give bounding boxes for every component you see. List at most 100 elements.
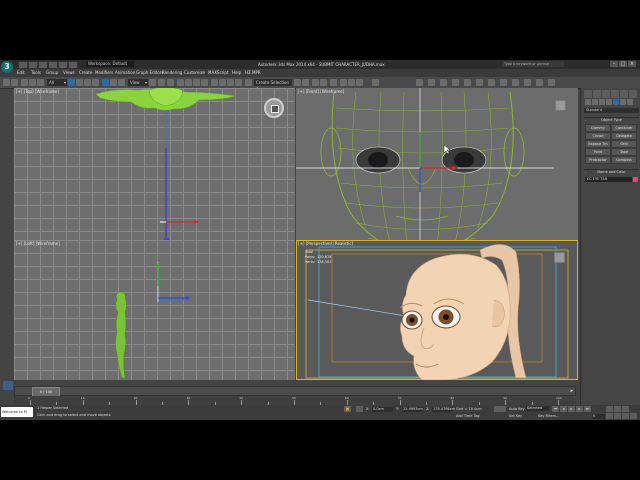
link-icon[interactable] [21,79,28,86]
rendered-frame-window-icon[interactable] [348,79,355,86]
display-tab-icon[interactable] [620,90,628,98]
viewcube-perspective-icon[interactable] [554,252,565,263]
play-icon[interactable]: ▸ [568,406,575,412]
z-coordinate-input[interactable]: 178.4766cm [432,407,455,412]
unlink-icon[interactable] [29,79,36,86]
container-button[interactable]: Container [611,124,637,132]
time-slider-next-icon[interactable]: ▸ [570,387,573,395]
menu-maxscript[interactable]: MAXScript [208,69,229,77]
lights-icon[interactable] [599,99,605,105]
track-bar[interactable]: 0 10 20 30 40 50 60 70 80 90 100 [14,396,574,405]
custom-script-3-icon[interactable] [440,79,447,86]
viewport-front-label[interactable]: [+] [Front] [Wireframe] [298,89,344,94]
menu-rendering[interactable]: Rendering [162,69,182,77]
delegate-button[interactable]: Delegate [611,132,637,140]
maximize-button[interactable]: □ [619,61,627,67]
open-file-icon[interactable] [28,61,38,69]
previous-frame-icon[interactable]: ◂ [560,406,567,412]
menu-graph-editors[interactable]: Graph Editors [136,69,163,77]
menu-modifiers[interactable]: Modifiers [95,69,113,77]
render-production-icon[interactable] [356,79,363,86]
save-file-icon[interactable] [38,61,48,69]
object-color-swatch[interactable] [633,177,638,182]
window-crossing-icon[interactable] [92,79,99,86]
protractor-button[interactable]: Protractor [585,156,611,164]
space-warps-icon[interactable] [620,99,626,105]
geometry-icon[interactable] [585,99,591,105]
custom-script-9-icon[interactable] [512,79,519,86]
cameras-icon[interactable] [606,99,612,105]
region-select-icon[interactable] [84,79,91,86]
custom-script-4-icon[interactable] [452,79,459,86]
edit-named-selection-icon[interactable] [211,79,218,86]
set-key-button[interactable]: Set Key [509,414,522,418]
menu-help[interactable]: Help [232,69,241,77]
next-frame-icon[interactable]: ▸ [576,406,583,412]
go-to-start-icon[interactable]: ⏮ [552,406,559,412]
add-time-tag-button[interactable]: Add Time Tag [456,414,480,418]
custom-script-7-icon[interactable] [488,79,495,86]
menu-views[interactable]: Views [63,69,75,77]
helper-category-dropdown[interactable]: Standard [584,108,639,113]
workspace-dropdown[interactable]: Workspace: Default [86,61,134,67]
redo-icon[interactable] [58,61,68,69]
custom-script-2-icon[interactable] [428,79,435,86]
undo-icon[interactable] [48,61,58,69]
maxscript-listener-input[interactable]: Welcome to M [1,407,33,417]
angle-snap-icon[interactable] [185,79,192,86]
crowd-button[interactable]: Crowd [585,132,611,140]
expose-tm-button[interactable]: Expose Tm [585,140,611,148]
percent-snap-icon[interactable] [193,79,200,86]
field-of-view-icon[interactable] [606,413,613,419]
custom-tool-icon[interactable] [372,79,379,86]
menu-customize[interactable]: Customize [184,69,205,77]
pan-view-icon[interactable] [614,413,621,419]
custom-script-1-icon[interactable] [416,79,423,86]
viewport-left[interactable]: [+] [Left] [Wireframe] [14,240,295,380]
custom-script-5-icon[interactable] [464,79,471,86]
set-key-mode-icon[interactable] [494,406,506,412]
time-slider[interactable]: 0 / 100 ▸ [14,386,576,397]
object-name-input[interactable]: EC EYE TAR [585,177,632,182]
custom-script-10-icon[interactable] [524,79,531,86]
systems-icon[interactable] [627,99,633,105]
compass-button[interactable]: Compass [611,156,637,164]
y-coordinate-input[interactable]: 25.9993cm [402,407,423,412]
render-setup-icon[interactable] [340,79,347,86]
dummy-button[interactable]: Dummy [585,124,611,132]
custom-script-8-icon[interactable] [500,79,507,86]
custom-script-12-icon[interactable] [548,79,555,86]
steering-wheel-icon[interactable] [264,98,284,118]
x-coordinate-input[interactable]: 0.0cm [372,407,393,412]
absolute-mode-icon[interactable] [356,406,363,412]
current-frame-input[interactable]: 0 [592,414,605,419]
select-object-icon[interactable] [68,79,75,86]
viewport-perspective[interactable]: [+] [Perspective] [Realistic] Total Poly… [296,240,578,380]
select-and-scale-icon[interactable] [118,79,125,86]
menu-animation[interactable]: Animation [115,69,135,77]
keyboard-shortcut-override-icon[interactable] [167,79,174,86]
close-button[interactable]: × [628,61,636,67]
edit-named-sets-icon[interactable] [245,79,252,86]
menu-hz-mpr[interactable]: HZ.MPR [245,69,261,77]
maximize-viewport-icon[interactable] [630,413,637,419]
snaps-toggle-icon[interactable] [177,79,184,86]
custom-script-11-icon[interactable] [536,79,543,86]
object-type-rollout[interactable]: - Object Type [584,117,639,122]
menu-edit[interactable]: Edit [17,69,25,77]
named-selection-sets-input[interactable]: Create Selection Se [254,79,292,92]
lock-selection-icon[interactable]: 🔒 [344,406,351,412]
viewport-top-label[interactable]: [+] [Top] [Wireframe] [16,89,59,94]
project-folder-icon[interactable] [68,61,78,69]
curve-editor-icon[interactable] [312,79,319,86]
shapes-icon[interactable] [592,99,598,105]
reference-coordinate-dropdown[interactable]: View ▾ [128,79,148,86]
spinner-snap-icon[interactable] [201,79,208,86]
viewcube-front-icon[interactable] [555,100,566,111]
utilities-tab-icon[interactable] [629,90,637,98]
grid-button[interactable]: Grid [611,140,637,148]
minimize-button[interactable]: – [610,61,618,67]
go-to-end-icon[interactable]: ⏭ [584,406,591,412]
create-tab-icon[interactable] [584,90,592,98]
undo-icon[interactable] [3,79,10,86]
